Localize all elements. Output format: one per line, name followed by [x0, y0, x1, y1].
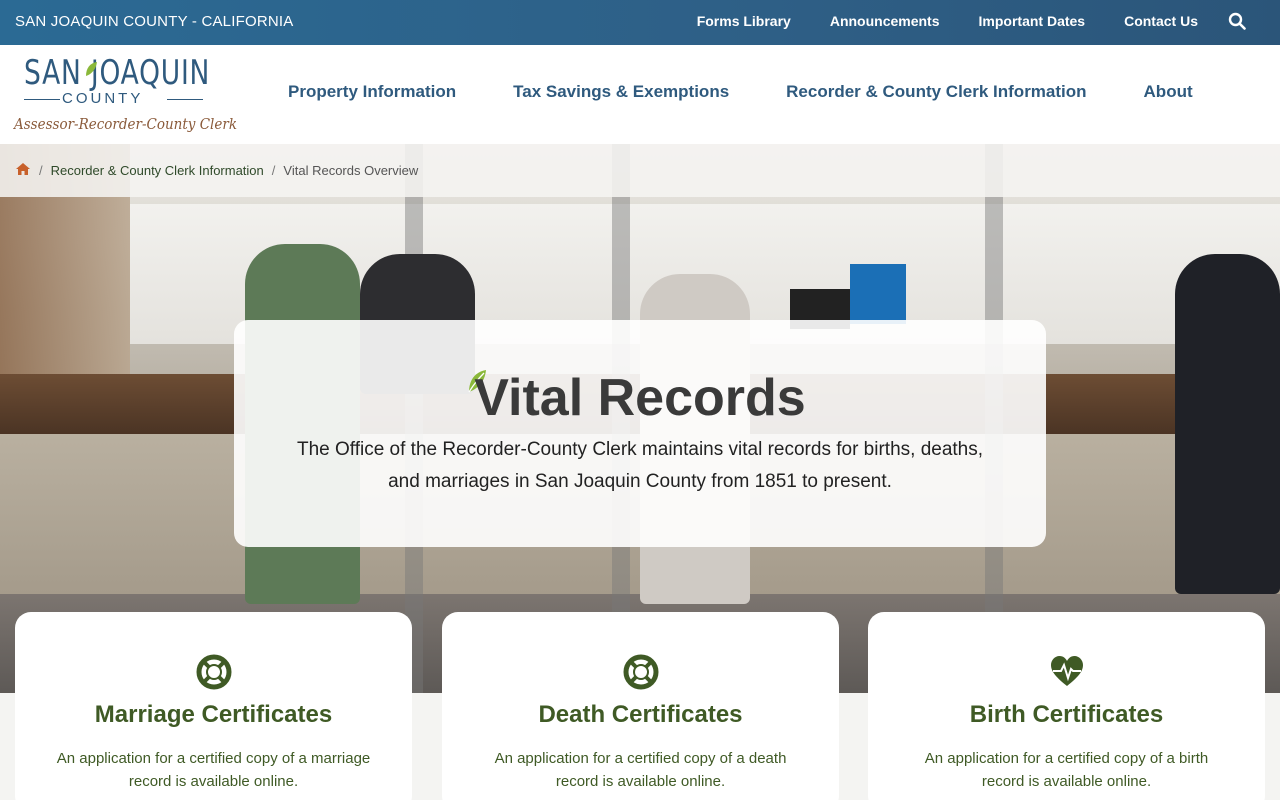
home-icon[interactable]	[15, 162, 31, 179]
county-logo[interactable]: SAN JOAQUIN COUNTY Assessor-Recorder-Cou…	[14, 53, 237, 139]
card-text: An application for a certified copy of a…	[56, 750, 371, 790]
main-nav: Property Information Tax Savings & Exemp…	[288, 82, 1193, 102]
logo-line-3: Assessor-Recorder-County Clerk	[14, 115, 238, 133]
page-description: The Office of the Recorder-County Clerk …	[296, 439, 984, 492]
marriage-certificates-card[interactable]: Marriage Certificates An application for…	[15, 612, 412, 800]
nav-tax-savings[interactable]: Tax Savings & Exemptions	[513, 82, 729, 102]
breadcrumb-parent-link[interactable]: Recorder & County Clerk Information	[51, 163, 264, 178]
logo-line-2: COUNTY	[62, 90, 144, 107]
top-bar: SAN JOAQUIN COUNTY - CALIFORNIA Forms Li…	[0, 0, 1280, 45]
nav-recorder-clerk[interactable]: Recorder & County Clerk Information	[786, 82, 1086, 102]
search-icon[interactable]	[1228, 12, 1248, 32]
card-text: An application for a certified copy of a…	[924, 750, 1209, 790]
lifebuoy-icon	[196, 654, 232, 690]
lifebuoy-icon	[623, 654, 659, 690]
site-header: SAN JOAQUIN COUNTY Assessor-Recorder-Cou…	[0, 45, 1280, 144]
hero-person	[1175, 254, 1280, 594]
death-certificates-card[interactable]: Death Certificates An application for a …	[442, 612, 839, 800]
leaf-icon	[84, 61, 98, 82]
important-dates-link[interactable]: Important Dates	[979, 13, 1086, 29]
county-label: SAN JOAQUIN COUNTY - CALIFORNIA	[15, 13, 294, 30]
card-title: Death Certificates	[538, 701, 743, 728]
card-title: Marriage Certificates	[94, 701, 333, 728]
heartbeat-icon	[1049, 654, 1085, 690]
breadcrumb: / Recorder & County Clerk Information / …	[0, 144, 1280, 197]
breadcrumb-current: Vital Records Overview	[283, 163, 419, 178]
hero-card: Vital Records The Office of the Recorder…	[234, 320, 1046, 547]
utility-nav: Forms Library Announcements Important Da…	[697, 13, 1198, 29]
page-title: Vital Records	[474, 369, 806, 427]
logo-rule-right	[167, 99, 203, 100]
card-title: Birth Certificates	[969, 701, 1164, 728]
contact-us-link[interactable]: Contact Us	[1124, 13, 1198, 29]
breadcrumb-separator: /	[271, 163, 276, 178]
announcements-link[interactable]: Announcements	[830, 13, 940, 29]
birth-certificates-card[interactable]: Birth Certificates An application for a …	[868, 612, 1265, 800]
vital-records-cards: Marriage Certificates An application for…	[0, 612, 1280, 800]
hero-monitor	[850, 264, 906, 324]
card-text: An application for a certified copy of a…	[494, 750, 787, 790]
logo-rule-left	[24, 99, 60, 100]
nav-about[interactable]: About	[1144, 82, 1193, 102]
nav-property-information[interactable]: Property Information	[288, 82, 456, 102]
forms-library-link[interactable]: Forms Library	[697, 13, 791, 29]
logo-line-1: SAN JOAQUIN	[24, 53, 211, 93]
breadcrumb-separator: /	[39, 163, 43, 178]
